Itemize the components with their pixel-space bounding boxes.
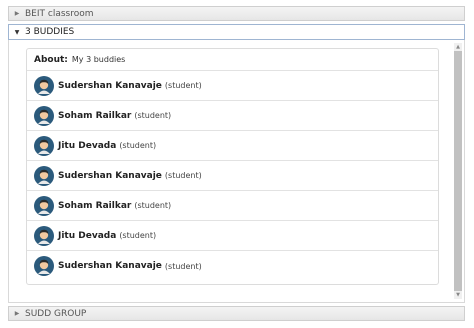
accordion-header-label: BEIT classroom [25, 8, 94, 19]
user-avatar-icon [34, 195, 54, 216]
accordion-header-label: SUDD GROUP [25, 308, 87, 319]
member-role: (student) [119, 141, 157, 150]
scroll-up-icon[interactable]: ▲ [454, 43, 462, 51]
accordion-panel-3-buddies: About: My 3 buddies Sudershan Kanavaje (s… [8, 40, 465, 303]
accordion-header-beit-classroom[interactable]: ▶ BEIT classroom [8, 6, 465, 21]
group-card: About: My 3 buddies Sudershan Kanavaje (s… [26, 48, 439, 285]
accordion-header-sudd-group[interactable]: ▶ SUDD GROUP [8, 306, 465, 321]
member-row[interactable]: Sudershan Kanavaje (student) [27, 71, 438, 101]
member-name: Sudershan Kanavaje [58, 80, 162, 91]
member-row[interactable]: Soham Railkar (student) [27, 191, 438, 221]
member-name: Jitu Devada [58, 140, 117, 151]
member-row[interactable]: Soham Railkar (student) [27, 101, 438, 131]
user-avatar-icon [34, 256, 54, 276]
user-avatar-icon [34, 75, 54, 96]
about-text: My 3 buddies [71, 55, 126, 64]
user-avatar-icon [34, 165, 54, 186]
caret-down-icon: ▼ [14, 28, 20, 36]
member-row[interactable]: Jitu Devada (student) [27, 221, 438, 251]
scroll-down-icon[interactable]: ▼ [454, 291, 462, 299]
member-row[interactable]: Sudershan Kanavaje (student) [27, 161, 438, 191]
user-avatar-icon [34, 135, 54, 156]
scrollbar[interactable]: ▲ ▼ [454, 43, 462, 299]
caret-right-icon: ▶ [14, 310, 20, 317]
member-role: (student) [134, 111, 172, 120]
member-name: Soham Railkar [58, 200, 132, 211]
scroll-thumb[interactable] [454, 51, 462, 291]
member-role: (student) [134, 201, 172, 210]
member-row[interactable]: Jitu Devada (student) [27, 131, 438, 161]
member-role: (student) [164, 261, 202, 271]
user-avatar-icon [34, 105, 54, 126]
member-role: (student) [119, 231, 157, 240]
member-role: (student) [164, 171, 202, 180]
member-list: Sudershan Kanavaje (student) Soham Railkar… [27, 71, 438, 281]
member-name: Soham Railkar [58, 110, 132, 121]
member-row[interactable]: Sudershan Kanavaje (student) [27, 251, 438, 281]
member-name: Sudershan Kanavaje [58, 170, 162, 181]
member-name: Sudershan Kanavaje [58, 261, 162, 271]
group-about: About: My 3 buddies [27, 49, 438, 71]
about-label: About: [34, 54, 68, 65]
accordion-header-label: 3 BUDDIES [25, 27, 75, 37]
user-avatar-icon [34, 225, 54, 246]
caret-right-icon: ▶ [14, 10, 20, 17]
member-name: Jitu Devada [58, 230, 117, 241]
member-role: (student) [164, 81, 202, 90]
accordion-header-3-buddies[interactable]: ▼ 3 BUDDIES [8, 24, 465, 40]
